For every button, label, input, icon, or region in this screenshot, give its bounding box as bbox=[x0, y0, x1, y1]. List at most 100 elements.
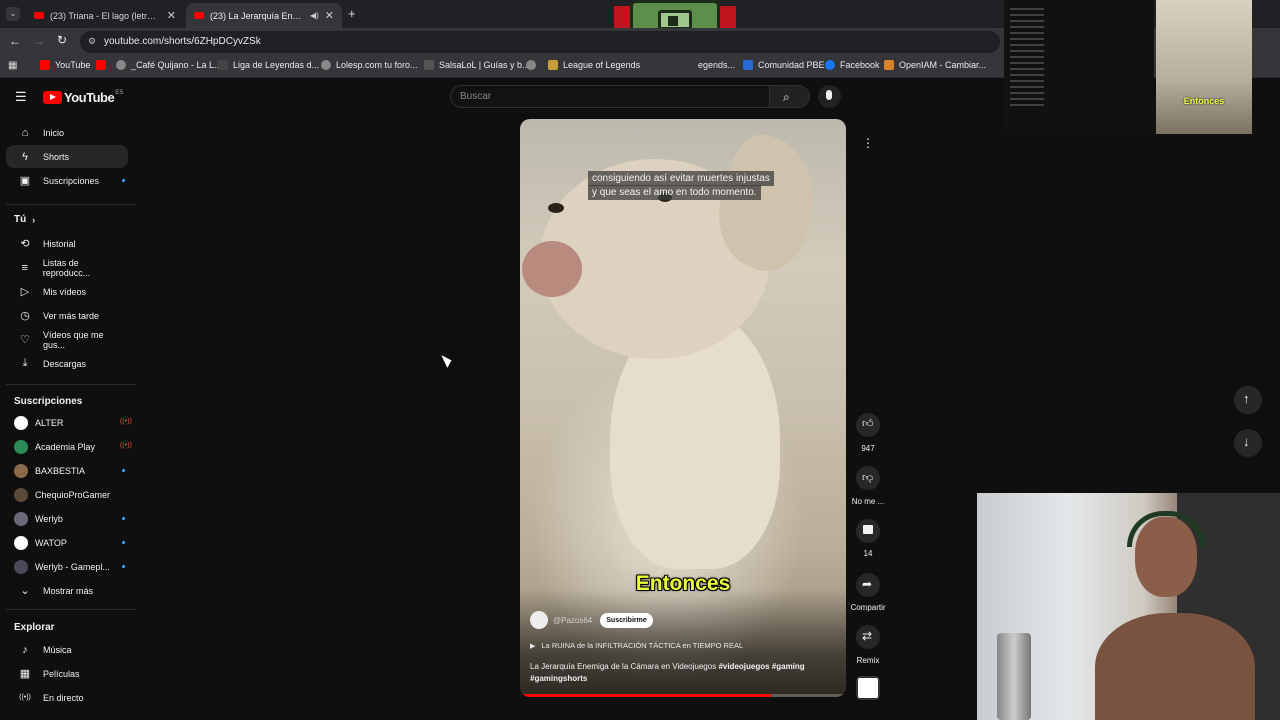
audio-playing-icon[interactable]: ◀) bbox=[310, 11, 319, 20]
share-button[interactable]: ➦ bbox=[856, 573, 880, 597]
dog-nose bbox=[522, 241, 582, 297]
page-icon bbox=[218, 60, 228, 70]
lol-icon bbox=[548, 60, 558, 70]
tab-2[interactable]: (23) La Jerarquía Enemiga de ◀) ✕ bbox=[186, 3, 342, 28]
tab-1[interactable]: (23) Triana - El lago (letra) - YouTube … bbox=[26, 3, 184, 28]
webcam-overlay bbox=[977, 493, 1280, 720]
bookmark-lolesp[interactable]: Lolesp.com tu foro... bbox=[321, 60, 418, 70]
forward-icon[interactable]: → bbox=[33, 34, 45, 48]
preview-text-lines bbox=[1010, 8, 1044, 108]
facebook-icon bbox=[825, 60, 835, 70]
sidebar-item-playlists[interactable]: ≡ Listas de reproducc... bbox=[6, 256, 128, 279]
apps-grid-icon[interactable]: ▦ bbox=[8, 60, 17, 71]
sidebar-channel-chequio[interactable]: ChequioProGamer bbox=[6, 483, 128, 506]
sidebar-item-mis-videos[interactable]: ▷ Mis vídeos bbox=[6, 280, 128, 303]
channel-avatar bbox=[14, 511, 28, 526]
sound-thumbnail[interactable] bbox=[856, 676, 880, 700]
playlist-link[interactable]: ▶ La RUINA de la INFILTRACIÓN TÁCTICA en… bbox=[530, 641, 743, 650]
bookmark-liga[interactable]: Liga de Leyendas d... bbox=[218, 60, 319, 70]
sidebar-channel-academia-play[interactable]: Academia Play ((•)) bbox=[6, 435, 132, 458]
chevron-down-icon: ⌄ bbox=[20, 585, 30, 597]
progress-bar[interactable] bbox=[520, 694, 846, 697]
bookmark-facebook[interactable]: Facebook bbox=[825, 60, 880, 70]
previous-short-button[interactable]: ↑ bbox=[1234, 386, 1262, 414]
more-options-icon[interactable]: ⋮ bbox=[856, 131, 880, 155]
my-videos-icon: ▷ bbox=[20, 286, 30, 298]
search-input[interactable]: Buscar bbox=[450, 85, 770, 108]
search-button[interactable]: ⌕ bbox=[770, 85, 810, 108]
channel-avatar[interactable] bbox=[530, 611, 548, 629]
channel-handle[interactable]: @Pazos64 bbox=[553, 616, 592, 625]
sidebar-item-inicio[interactable]: ⌂ Inicio bbox=[6, 121, 128, 144]
subscriptions-icon: ▣ bbox=[19, 175, 31, 187]
url-text[interactable]: youtube.com/shorts/6ZHpDCyvZSk bbox=[104, 36, 261, 47]
like-button[interactable]: 👍︎ bbox=[856, 413, 880, 437]
bookmark-cafe[interactable] bbox=[96, 60, 111, 70]
music-icon: ♪ bbox=[22, 643, 28, 656]
bookmark-pbe[interactable]: Comunidad PBE bbox=[743, 60, 825, 70]
microphone-icon bbox=[826, 90, 832, 100]
sidebar-channel-werlyb-gameplay[interactable]: Werlyb - Gamepl... bbox=[6, 555, 128, 578]
next-short-button[interactable]: ↓ bbox=[1234, 429, 1262, 457]
youtube-logo[interactable]: YouTube ES bbox=[43, 90, 123, 105]
like-icon: ♡ bbox=[20, 334, 30, 346]
sidebar-item-suscripciones[interactable]: ▣ Suscripciones bbox=[6, 169, 128, 192]
sidebar-channel-watop[interactable]: WATOP bbox=[6, 531, 128, 554]
you-section-header[interactable]: Tú › bbox=[14, 214, 35, 225]
new-content-dot bbox=[122, 541, 125, 544]
sidebar-item-musica[interactable]: ♪ Música bbox=[6, 638, 128, 661]
share-arrow-icon: ➦ bbox=[862, 577, 873, 591]
bookmark-lol[interactable]: League of Legends bbox=[548, 60, 640, 70]
short-title[interactable]: La Jerarquía Enemiga de la Cámara en Vid… bbox=[530, 661, 820, 685]
bookmark-cafe-quijano[interactable]: _Café Quijano - La L... bbox=[116, 60, 222, 70]
sidebar-item-descargas[interactable]: ⤓ Descargas bbox=[6, 352, 128, 375]
home-icon: ⌂ bbox=[21, 126, 29, 139]
menu-icon[interactable]: ☰ bbox=[15, 89, 27, 105]
sidebar-channel-alter[interactable]: ALTER ((•)) bbox=[6, 411, 132, 434]
bookmark-legends[interactable]: egends... bbox=[698, 60, 735, 70]
sidebar-channel-werlyb[interactable]: Werlyb bbox=[6, 507, 128, 530]
reload-icon[interactable]: ↻ bbox=[57, 33, 67, 47]
dislike-button[interactable]: 👎︎ bbox=[856, 466, 880, 490]
new-tab-icon[interactable]: + bbox=[348, 6, 356, 21]
tab-list-icon[interactable]: ⌄ bbox=[6, 7, 20, 21]
subscribe-button[interactable]: Suscribirme bbox=[600, 612, 653, 628]
bookmark-youtube[interactable]: YouTube bbox=[40, 60, 90, 70]
share-label: Compartir bbox=[850, 603, 886, 612]
close-tab-icon[interactable]: ✕ bbox=[325, 9, 334, 22]
site-info-icon[interactable]: ⚙ bbox=[88, 36, 96, 47]
youtube-icon bbox=[40, 60, 50, 70]
arrow-down-icon: ↓ bbox=[1243, 434, 1250, 449]
remix-button[interactable]: ⇄ bbox=[856, 625, 880, 649]
search-icon: ⌕ bbox=[783, 90, 790, 104]
bookmark-globe[interactable] bbox=[526, 60, 541, 70]
youtube-play-icon bbox=[43, 91, 62, 104]
sidebar-item-shorts[interactable]: ϟ Shorts bbox=[6, 145, 128, 168]
thumbs-up-icon: 👍︎ bbox=[862, 418, 874, 430]
download-icon: ⤓ bbox=[22, 357, 28, 369]
shorts-icon: ϟ bbox=[22, 150, 28, 163]
sidebar-item-en-directo[interactable]: ((•)) En directo bbox=[6, 686, 128, 709]
short-video-player[interactable]: consiguiendo así evitar muertes injustas… bbox=[520, 119, 846, 697]
openiam-icon bbox=[884, 60, 894, 70]
channel-avatar bbox=[14, 439, 28, 454]
comments-button[interactable] bbox=[856, 519, 880, 543]
like-count: 947 bbox=[861, 444, 875, 453]
bookmark-openiam[interactable]: OpenIAM - Cambiar... bbox=[884, 60, 986, 70]
bookmark-salsalol[interactable]: SalsaLoL | Guías y b... bbox=[424, 60, 530, 70]
sidebar-item-historial[interactable]: ⟲ Historial bbox=[6, 232, 128, 255]
show-more-button[interactable]: ⌄ Mostrar más bbox=[6, 579, 128, 602]
youtube-icon bbox=[96, 60, 106, 70]
stream-overlay-preview bbox=[1004, 0, 1154, 134]
sidebar-item-peliculas[interactable]: ▦ Películas bbox=[6, 662, 128, 685]
sidebar-item-liked-videos[interactable]: ♡ Vídeos que me gus... bbox=[6, 328, 128, 351]
globe-icon bbox=[526, 60, 536, 70]
playlist-icon: ≡ bbox=[21, 261, 29, 274]
back-icon[interactable]: ← bbox=[9, 34, 21, 48]
sidebar-item-ver-mas-tarde[interactable]: ◷ Ver más tarde bbox=[6, 304, 128, 327]
explore-section-header: Explorar bbox=[14, 622, 55, 633]
sidebar-channel-baxbestia[interactable]: BAXBESTIA bbox=[6, 459, 128, 482]
voice-search-button[interactable] bbox=[818, 85, 841, 108]
close-tab-icon[interactable]: ✕ bbox=[167, 9, 176, 22]
live-indicator-icon: ((•)) bbox=[120, 442, 132, 449]
